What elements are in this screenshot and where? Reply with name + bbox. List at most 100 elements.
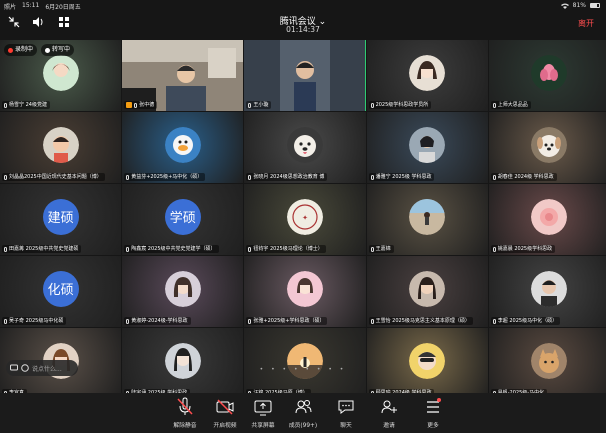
avatar <box>409 126 446 163</box>
toolbar-label: 邀请 <box>383 423 395 429</box>
transcribe-icon <box>45 47 51 53</box>
invite-button[interactable]: 邀请 <box>367 397 411 429</box>
participant-name: 李超 2025级马中化（硕） <box>497 318 558 324</box>
participant-tile[interactable]: 建硕田嘉苒 2025级中共党史党建硕 <box>0 184 122 255</box>
back-to-app[interactable]: 照片 <box>4 2 16 11</box>
battery-percent: 81% <box>572 2 586 9</box>
participant-tile[interactable]: 张晓月 2024级思想政治教育 博 <box>244 112 366 183</box>
participant-tile[interactable]: 张雅+2025级+学科思政（硕） <box>244 256 366 327</box>
participant-name: 田嘉苒 2025级中共党史党建硕 <box>9 246 79 252</box>
mic-off-button[interactable]: 解除静音 <box>163 397 207 429</box>
participant-tile[interactable]: 2025级学科思政学员所 <box>366 40 488 111</box>
participant-tile[interactable]: 胡春佳 2024级 学科思政 <box>488 112 606 183</box>
participant-tile[interactable]: 王小璇 <box>244 40 366 111</box>
participant-name: 姚嘉晨 2025级学科思政 <box>497 246 553 252</box>
text-avatar: 化硕 <box>42 270 79 307</box>
participant-name: 张雅+2025级+学科思政（硕） <box>253 318 325 324</box>
participant-nameplate: 张雅+2025级+学科思政（硕） <box>246 317 328 325</box>
page-indicator[interactable]: • • • • • • • • <box>0 366 606 373</box>
mic-icon <box>492 246 496 252</box>
transcribing-badge[interactable]: 转写中 <box>41 44 75 56</box>
toolbar-label: 聊天 <box>340 423 352 429</box>
participant-name: 陶鑫宸 2025级中共党史党建学（硕） <box>131 246 216 252</box>
participant-tile[interactable]: 王雪怡 2025级马克思主义基本原理（硕） <box>366 256 488 327</box>
participant-tile[interactable]: 潘雅宁 2025级 学科思政 <box>366 112 488 183</box>
participant-nameplate: 王小璇 <box>246 101 272 109</box>
participant-nameplate: 吴子奇 2025级马中化硕 <box>2 317 67 325</box>
participant-name: 黄淑婷-2024级-学科思政 <box>131 318 188 324</box>
participant-tile[interactable]: 学硕 陶鑫宸 2025级中共党史党建学（硕） <box>122 184 244 255</box>
more-button[interactable]: 更多 <box>411 397 455 429</box>
participant-nameplate: 黄益芬+2025级+马中化（硕） <box>124 173 206 181</box>
participant-tile[interactable]: 化硕吴子奇 2025级马中化硕 <box>0 256 122 327</box>
participant-tile[interactable]: 刘晶晶2025中国近现代史基本问题（博） <box>0 112 122 183</box>
mic-icon <box>248 246 252 252</box>
participant-tile[interactable]: 上师大思品品 <box>488 40 606 111</box>
participant-name: 王嘉锦 <box>375 246 391 252</box>
participant-name: 钮钧宇 2025级马理论（博士） <box>253 246 323 252</box>
bottom-toolbar: 解除静音 开启视频 共享屏幕 成员(99+) 聊天 邀请 更多 <box>0 393 606 433</box>
more-icon <box>427 398 441 413</box>
participant-tile[interactable]: ✦ 钮钧宇 2025级马理论（博士） <box>244 184 366 255</box>
mic-icon <box>126 318 130 324</box>
participant-tile[interactable]: 陆宇涵 2025级 学科思政 <box>122 328 244 399</box>
members-icon <box>295 400 312 414</box>
date: 6月20日周五 <box>45 4 81 11</box>
avatar <box>409 270 446 307</box>
mic-icon <box>370 102 374 108</box>
participant-name: 上师大思品品 <box>497 102 528 108</box>
avatar <box>531 270 568 307</box>
participant-nameplate: 黄淑婷-2024级-学科思政 <box>124 317 191 325</box>
participant-tile[interactable]: 张中德 <box>122 40 244 111</box>
mic-icon <box>126 174 130 180</box>
host-icon <box>126 102 133 108</box>
participant-name: 杨雪宁 24级党建 <box>9 102 47 108</box>
wifi-icon <box>560 3 569 9</box>
participant-tile[interactable]: 王嘉锦 <box>366 184 488 255</box>
participant-nameplate: 上师大思品品 <box>490 101 531 109</box>
mic-icon <box>492 318 496 324</box>
participant-tile[interactable]: 姚嘉晨 2025级学科思政 <box>488 184 606 255</box>
participant-nameplate: 胡春佳 2024级 学科思政 <box>490 173 557 181</box>
avatar <box>164 270 201 307</box>
share-screen-button[interactable]: 共享屏幕 <box>241 397 285 429</box>
members-button[interactable]: 成员(99+) <box>281 397 325 429</box>
avatar <box>286 126 323 163</box>
svg-text:✦: ✦ <box>302 214 308 222</box>
participant-tile[interactable]: 易帆-2025级-马中化 <box>488 328 606 399</box>
participant-name: 潘雅宁 2025级 学科思政 <box>375 174 432 180</box>
avatar: ✦ <box>286 198 323 235</box>
mic-off-icon <box>177 397 193 415</box>
participant-nameplate: 王雪怡 2025级马克思主义基本原理（硕） <box>368 317 473 325</box>
participant-tile[interactable]: 黄淑婷-2024级-学科思政 <box>122 256 244 327</box>
mic-icon <box>134 102 138 108</box>
text-avatar: 建硕 <box>42 198 79 235</box>
chat-button[interactable]: 聊天 <box>324 397 368 429</box>
participant-tile[interactable]: 汪锦 2025级马原（博） <box>244 328 366 399</box>
participant-tile[interactable]: 顾思瑜 2024级 学科思政 <box>366 328 488 399</box>
participant-name: 吴子奇 2025级马中化硕 <box>9 318 64 324</box>
mic-icon <box>126 246 130 252</box>
mic-icon <box>370 174 374 180</box>
participant-name: 王小璇 <box>253 102 269 108</box>
mic-icon <box>370 246 374 252</box>
battery-icon <box>590 3 600 8</box>
status-bar: 照片 15:11 6月20日周五 81% <box>0 0 606 11</box>
participant-nameplate: 李超 2025级马中化（硕） <box>490 317 561 325</box>
toolbar-label: 成员(99+) <box>288 423 318 429</box>
chat-icon <box>338 400 354 414</box>
avatar <box>42 54 79 91</box>
participant-name: 刘晶晶2025中国近现代史基本问题（博） <box>9 174 102 180</box>
participant-nameplate: 姚嘉晨 2025级学科思政 <box>490 245 556 253</box>
participant-name: 胡春佳 2024级 学科思政 <box>497 174 554 180</box>
participant-name: 张中德 <box>139 102 155 108</box>
mic-icon <box>492 174 496 180</box>
participant-name: 张晓月 2024级思想政治教育 博 <box>253 174 325 180</box>
participant-tile[interactable]: 黄益芬+2025级+马中化（硕） <box>122 112 244 183</box>
participant-tile[interactable]: 李超 2025级马中化（硕） <box>488 256 606 327</box>
leave-button[interactable]: 离开 <box>578 18 594 29</box>
avatar <box>531 198 568 235</box>
camera-off-icon <box>216 399 234 415</box>
participant-nameplate: 钮钧宇 2025级马理论（博士） <box>246 245 326 253</box>
recording-badge[interactable]: 录制中 <box>4 44 38 56</box>
